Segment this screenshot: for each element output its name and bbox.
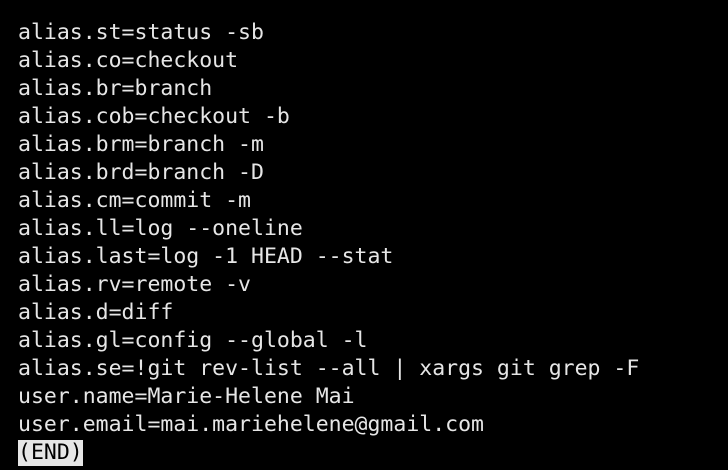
config-line: alias.brd=branch -D <box>18 160 264 185</box>
config-line: alias.st=status -sb <box>18 20 264 45</box>
terminal-window[interactable]: alias.st=status -sb alias.co=checkout al… <box>0 0 728 470</box>
config-line: alias.d=diff <box>18 300 174 325</box>
config-line: alias.cob=checkout -b <box>18 104 290 129</box>
config-line: user.email=mai.mariehelene@gmail.com <box>18 412 484 437</box>
config-line: alias.se=!git rev-list --all | xargs git… <box>18 356 640 381</box>
config-line: alias.gl=config --global -l <box>18 328 368 353</box>
config-line: alias.ll=log --oneline <box>18 216 303 241</box>
config-line: alias.br=branch <box>18 76 213 101</box>
config-line: alias.cm=commit -m <box>18 188 251 213</box>
config-line: alias.co=checkout <box>18 48 239 73</box>
config-line: alias.last=log -1 HEAD --stat <box>18 244 394 269</box>
config-line: alias.rv=remote -v <box>18 272 251 297</box>
config-line: user.name=Marie-Helene Mai <box>18 384 355 409</box>
config-line: alias.brm=branch -m <box>18 132 264 157</box>
pager-end-prompt[interactable]: (END) <box>18 440 83 466</box>
